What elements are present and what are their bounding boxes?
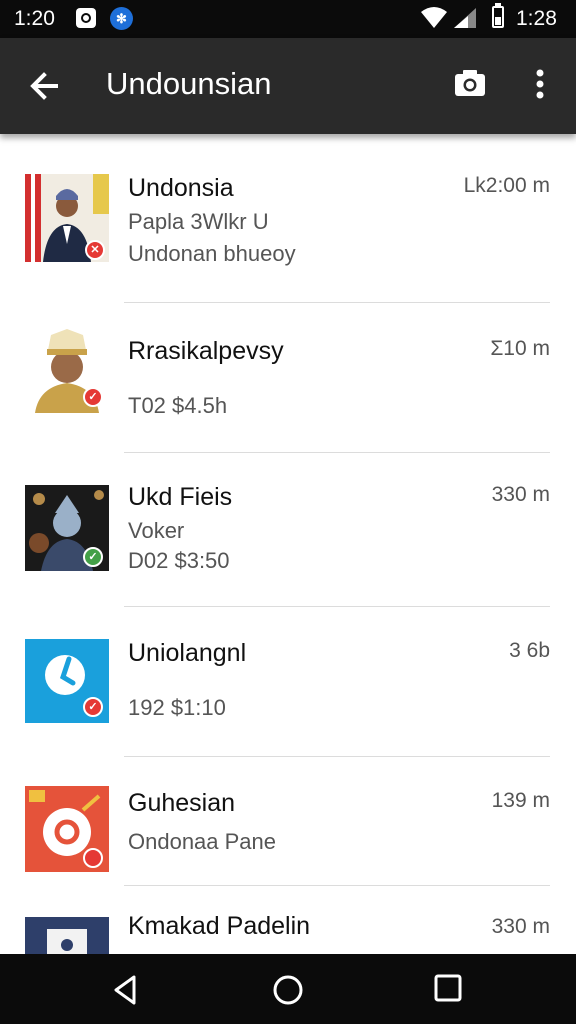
avatar: ✓ [25, 485, 109, 573]
camera-icon[interactable] [448, 62, 492, 106]
conversation-name: Kmakad Padelin [128, 912, 311, 940]
page-title: Undounsian [106, 66, 272, 101]
app-notification-icon: ✻ [110, 7, 133, 30]
status-time-left: 1:20 [14, 7, 55, 30]
conversation-subtitle: Papla 3Wlkr U [128, 209, 269, 234]
list-item[interactable]: Guhesian 139 m Ondonaa Pane [0, 757, 576, 887]
conversation-name: Ukd Fieis [128, 483, 233, 511]
avatar: ✓ [25, 639, 109, 727]
list-item[interactable]: ✕ Undonsia Lk2:00 m Papla 3Wlkr U Undona… [0, 134, 576, 303]
list-item[interactable]: Kmakad Padelin 330 m [0, 886, 576, 954]
more-vert-icon[interactable] [518, 62, 562, 106]
status-badge: ✓ [83, 547, 103, 567]
avatar [25, 917, 109, 954]
conversation-preview: T02 $4.5h [128, 393, 228, 418]
status-time-right: 1:28 [516, 7, 557, 30]
signal-icon [454, 8, 476, 28]
status-badge: ✓ [83, 697, 103, 717]
app-bar: Undounsian [0, 38, 576, 134]
status-badge: ✕ [85, 240, 105, 260]
conversation-time: 330 m [491, 915, 550, 938]
conversation-name: Rrasikalpevsy [128, 337, 284, 365]
avatar [25, 786, 109, 874]
conversation-name: Undonsia [128, 174, 234, 202]
conversation-time: 330 m [491, 483, 550, 506]
list-item[interactable]: ✓ Uniolangnl 3 6b 192 $1:10 [0, 607, 576, 757]
conversation-time: 3 6b [509, 639, 550, 662]
screenshot-notification-icon [76, 8, 96, 28]
conversation-subtitle: Voker [128, 518, 185, 543]
navigation-bar [0, 954, 576, 1024]
avatar: ✓ [25, 325, 109, 413]
status-bar: 1:20 ✻ 1:28 [0, 0, 576, 38]
conversation-name: Guhesian [128, 789, 236, 817]
conversation-time: Σ10 m [490, 337, 550, 360]
nav-home-icon[interactable] [270, 970, 306, 1006]
conversation-preview: Undonan bhueoy [128, 241, 296, 266]
avatar-photo [25, 917, 109, 954]
list-item[interactable]: ✓ Rrasikalpevsy Σ10 m T02 $4.5h [0, 303, 576, 453]
conversation-list: ✕ Undonsia Lk2:00 m Papla 3Wlkr U Undona… [0, 134, 576, 954]
wifi-icon [421, 7, 447, 28]
conversation-name: Uniolangnl [128, 639, 247, 667]
conversation-preview: D02 $3:50 [128, 548, 230, 573]
nav-back-icon[interactable] [108, 972, 144, 1008]
avatar: ✕ [25, 174, 109, 262]
conversation-time: Lk2:00 m [463, 174, 550, 197]
nav-recents-icon[interactable] [432, 972, 464, 1004]
battery-icon [492, 3, 504, 28]
arrow-left-icon[interactable] [22, 62, 70, 110]
status-badge: ✓ [83, 387, 103, 407]
conversation-preview: 192 $1:10 [128, 695, 226, 720]
conversation-time: 139 m [491, 789, 550, 812]
conversation-subtitle: Ondonaa Pane [128, 829, 277, 854]
list-item[interactable]: ✓ Ukd Fieis 330 m Voker D02 $3:50 [0, 453, 576, 607]
status-badge [83, 848, 103, 868]
